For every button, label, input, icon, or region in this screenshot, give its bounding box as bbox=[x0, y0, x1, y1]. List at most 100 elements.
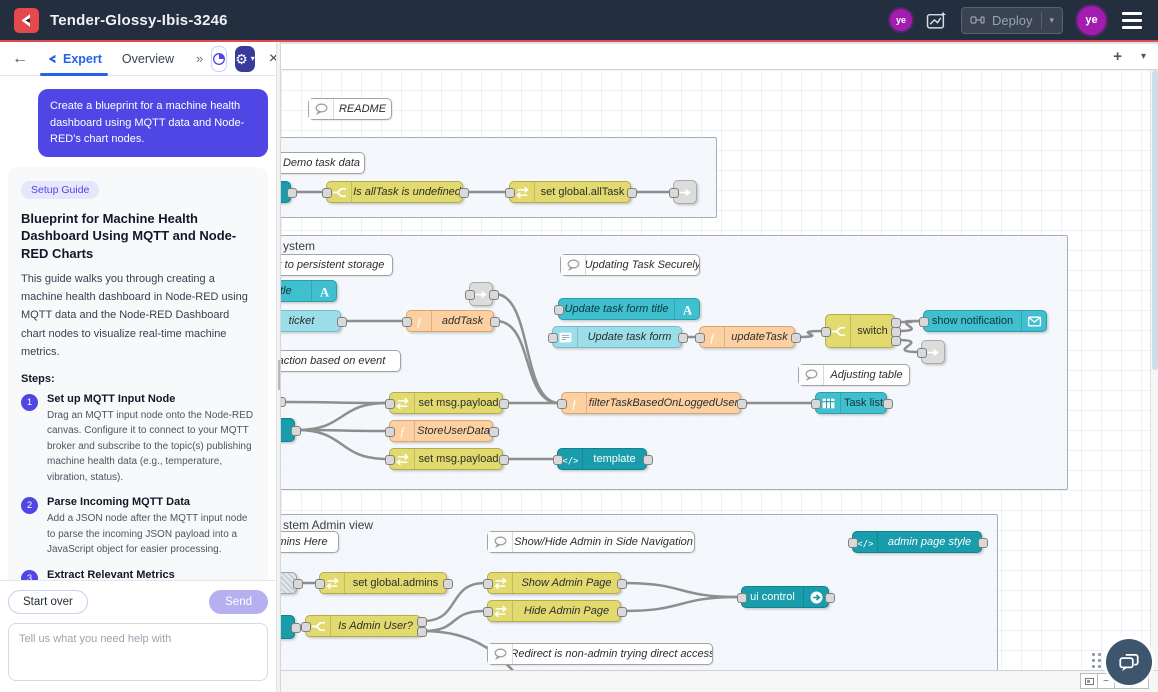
flow-node-admin-page-style[interactable]: </>admin page style bbox=[852, 531, 982, 553]
node-port[interactable] bbox=[385, 399, 395, 409]
deploy-caret-icon[interactable]: ▾ bbox=[1049, 15, 1054, 26]
node-port[interactable] bbox=[281, 397, 286, 407]
node-port[interactable] bbox=[548, 333, 558, 343]
flow-node-mins-here[interactable]: mins Here bbox=[281, 531, 339, 553]
flow-node-ui-control[interactable]: ui control bbox=[741, 586, 829, 608]
node-port[interactable] bbox=[505, 188, 515, 198]
node-port[interactable] bbox=[643, 455, 653, 465]
node-port[interactable] bbox=[557, 399, 567, 409]
node-port[interactable] bbox=[919, 317, 929, 327]
flow-node-updating-task-securely[interactable]: Updating Task Securely bbox=[560, 254, 700, 276]
flow-node-is-admin-user[interactable]: Is Admin User? bbox=[305, 615, 421, 637]
node-port[interactable] bbox=[917, 348, 927, 358]
node-port[interactable] bbox=[737, 593, 747, 603]
flow-node-form-title[interactable]: Aform title bbox=[281, 280, 337, 302]
flow-node-set-global-alltask[interactable]: set global.allTask bbox=[509, 181, 631, 203]
node-port[interactable] bbox=[483, 607, 493, 617]
flow-node-is-alltask-is-undefined[interactable]: Is allTask is undefined bbox=[326, 181, 463, 203]
node-port[interactable] bbox=[459, 188, 469, 198]
node-port[interactable] bbox=[322, 188, 332, 198]
node-port[interactable] bbox=[443, 579, 453, 589]
node-port[interactable] bbox=[627, 188, 637, 198]
panel-resize-handle[interactable] bbox=[276, 42, 281, 692]
node-port[interactable] bbox=[553, 455, 563, 465]
flow-node-show-hide-admin-in-side-navigation[interactable]: Show/Hide Admin in Side Navigation bbox=[487, 531, 695, 553]
flow-node-update-task-form-title[interactable]: AUpdate task form title bbox=[558, 298, 700, 320]
node-port[interactable] bbox=[402, 317, 412, 327]
node-port[interactable] bbox=[465, 290, 475, 300]
flow-node-stub-teal[interactable] bbox=[281, 418, 295, 442]
flow-node-stub-gray[interactable] bbox=[281, 572, 297, 594]
flow-node-show-admin-page[interactable]: Show Admin Page bbox=[487, 572, 621, 594]
node-port[interactable] bbox=[811, 399, 821, 409]
flow-node-link[interactable] bbox=[673, 180, 697, 204]
more-tabs-icon[interactable]: » bbox=[196, 51, 203, 66]
node-port[interactable] bbox=[489, 290, 499, 300]
node-port[interactable] bbox=[825, 593, 835, 603]
node-port[interactable] bbox=[417, 627, 427, 637]
node-port[interactable] bbox=[385, 427, 395, 437]
node-port[interactable] bbox=[791, 333, 801, 343]
flow-node-link[interactable] bbox=[921, 340, 945, 364]
flow-node-updatetask[interactable]: ƒupdateTask bbox=[699, 326, 795, 348]
node-port[interactable] bbox=[483, 579, 493, 589]
node-port[interactable] bbox=[293, 579, 303, 589]
add-flow-icon[interactable]: + bbox=[1113, 48, 1122, 65]
assistant-chat-fab[interactable] bbox=[1106, 639, 1152, 685]
start-over-button[interactable]: Start over bbox=[8, 590, 88, 614]
assistant-prompt-input[interactable] bbox=[8, 623, 268, 681]
flowfuse-logo-icon[interactable] bbox=[14, 8, 39, 33]
avatar-user[interactable]: ye bbox=[1077, 6, 1106, 35]
node-port[interactable] bbox=[291, 623, 301, 633]
node-port[interactable] bbox=[554, 305, 564, 315]
flow-node-sk-to-persistent-storage[interactable]: sk to persistent storage bbox=[281, 254, 393, 276]
flow-node-readme[interactable]: README bbox=[308, 98, 392, 120]
flow-node-update-task-form[interactable]: Update task form bbox=[552, 326, 682, 348]
flow-node-adjusting-table[interactable]: Adjusting table bbox=[798, 364, 910, 386]
navigator-toggle-icon[interactable] bbox=[1080, 673, 1098, 689]
node-port[interactable] bbox=[737, 399, 747, 409]
node-port[interactable] bbox=[669, 188, 679, 198]
flow-node-set-msg-payload[interactable]: set msg.payload bbox=[389, 392, 503, 414]
flow-node-hide-admin-page[interactable]: Hide Admin Page bbox=[487, 600, 621, 622]
node-port[interactable] bbox=[883, 399, 893, 409]
send-button[interactable]: Send bbox=[209, 590, 268, 614]
node-port[interactable] bbox=[891, 336, 901, 346]
node-port[interactable] bbox=[978, 538, 988, 548]
node-port[interactable] bbox=[821, 327, 831, 337]
back-arrow-icon[interactable]: ← bbox=[8, 50, 32, 68]
flow-node-task-list[interactable]: Task list bbox=[815, 392, 887, 414]
node-port[interactable] bbox=[848, 538, 858, 548]
node-port[interactable] bbox=[287, 188, 297, 198]
flow-node-show-notification[interactable]: show notification bbox=[923, 310, 1047, 332]
node-port[interactable] bbox=[337, 317, 347, 327]
node-port[interactable] bbox=[490, 317, 500, 327]
vertical-scrollbar[interactable] bbox=[1150, 70, 1158, 670]
node-port[interactable] bbox=[678, 333, 688, 343]
node-port[interactable] bbox=[291, 426, 301, 436]
flow-node-set-global-admins[interactable]: set global.admins bbox=[319, 572, 447, 594]
flow-node-demo-task-data[interactable]: Demo task data bbox=[281, 152, 365, 174]
ai-assistant-icon[interactable] bbox=[926, 11, 947, 30]
flow-node-switch[interactable]: switch bbox=[825, 314, 895, 348]
flow-node-filtertaskbasedonloggeduser[interactable]: ƒfilterTaskBasedOnLoggedUser bbox=[561, 392, 741, 414]
node-port[interactable] bbox=[417, 617, 427, 627]
node-port[interactable] bbox=[695, 333, 705, 343]
deploy-button[interactable]: Deploy ▾ bbox=[961, 7, 1063, 34]
node-port[interactable] bbox=[385, 455, 395, 465]
main-menu-icon[interactable] bbox=[1120, 10, 1144, 31]
flow-node-action-based-on-event[interactable]: action based on event bbox=[281, 350, 401, 372]
node-port[interactable] bbox=[617, 579, 627, 589]
flow-node-storeuserdata[interactable]: ƒStoreUserData bbox=[389, 420, 493, 442]
tab-overview[interactable]: Overview bbox=[116, 42, 180, 76]
flow-node-stub-teal[interactable] bbox=[281, 615, 295, 639]
flow-list-caret-icon[interactable]: ▾ bbox=[1141, 51, 1146, 62]
flow-node-ticket[interactable]: ticket bbox=[281, 310, 341, 332]
flow-node-link[interactable] bbox=[469, 282, 493, 306]
tab-expert[interactable]: Expert bbox=[40, 42, 108, 76]
node-port[interactable] bbox=[617, 607, 627, 617]
flow-node-stub-teal[interactable] bbox=[281, 181, 291, 203]
avatar-small[interactable]: ye bbox=[890, 9, 912, 31]
flow-node-template[interactable]: </>template bbox=[557, 448, 647, 470]
fab-drag-handle[interactable] bbox=[1092, 653, 1100, 669]
